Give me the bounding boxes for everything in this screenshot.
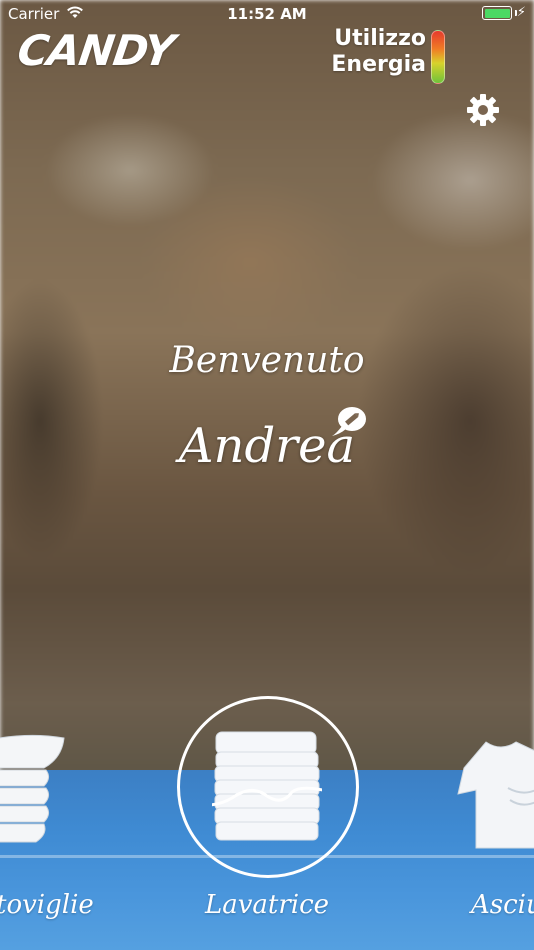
gear-icon[interactable] xyxy=(465,92,501,128)
energy-label-line1: Utilizzo xyxy=(334,26,426,51)
battery-icon xyxy=(482,6,512,20)
energy-label-line2: Energia xyxy=(331,52,426,77)
pencil-bubble-icon[interactable] xyxy=(330,404,368,438)
user-name: Andrea xyxy=(178,418,356,474)
laundry-stack-icon[interactable] xyxy=(212,728,322,848)
shirt-icon[interactable] xyxy=(456,738,534,853)
welcome-text: Benvenuto xyxy=(169,340,365,381)
carousel-label-right[interactable]: Asciug xyxy=(471,890,534,920)
charging-bolt-icon: ⚡︎ xyxy=(516,5,526,20)
battery-level xyxy=(484,8,510,18)
carousel-label-center[interactable]: Lavatrice xyxy=(0,890,534,920)
candy-logo: CANDY xyxy=(14,26,177,75)
energy-level-icon[interactable] xyxy=(431,30,445,84)
clock: 11:52 AM xyxy=(227,5,307,23)
bowls-icon[interactable] xyxy=(0,730,68,850)
status-bar: Carrier 11:52 AM ⚡︎ xyxy=(0,0,534,28)
